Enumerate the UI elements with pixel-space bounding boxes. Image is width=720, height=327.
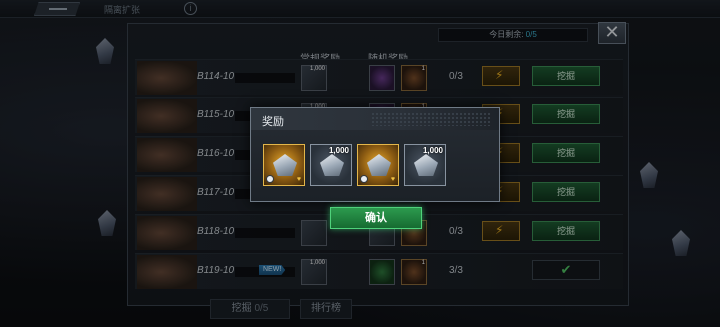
equipment-type-icon [360, 175, 368, 183]
crystal-icon [320, 154, 344, 176]
reward-item[interactable]: ♥ [263, 144, 305, 186]
heart-icon: ♥ [390, 176, 395, 183]
reward-popup: 奖励 ♥ 1,000 ♥ 1,000 [250, 107, 500, 202]
crystal-icon [367, 154, 391, 176]
popup-title: 奖励 [262, 116, 284, 128]
crystal-icon [414, 154, 438, 176]
reward-qty: 1,000 [328, 146, 349, 155]
reward-qty: 1,000 [422, 146, 443, 155]
heart-icon: ♥ [296, 176, 301, 183]
equipment-type-icon [266, 175, 274, 183]
reward-item[interactable]: 1,000 [404, 144, 446, 186]
reward-item[interactable]: ♥ [357, 144, 399, 186]
header-pattern [371, 112, 491, 126]
popup-header: 奖励 [251, 108, 499, 130]
reward-item[interactable]: 1,000 [310, 144, 352, 186]
crystal-icon [273, 154, 297, 176]
confirm-button[interactable]: 确认 [330, 207, 422, 229]
